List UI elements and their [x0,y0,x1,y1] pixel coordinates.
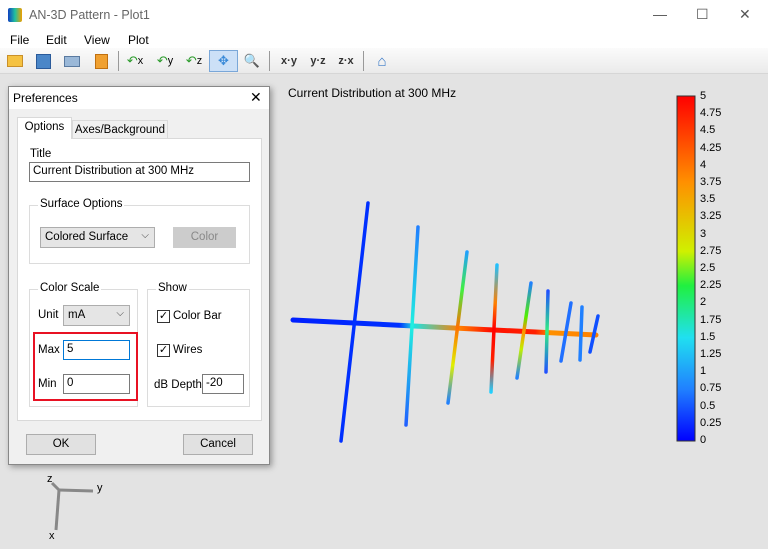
axis-z-label: z [47,473,53,485]
colorbar-tick-label: 3.5 [700,193,716,206]
unit-label: Unit [38,309,59,321]
dialog-close-button[interactable]: ✕ [250,89,262,106]
colorbar-tick-label: 3.25 [700,210,722,223]
boom-wire [290,317,599,338]
ok-button[interactable]: OK [26,434,96,455]
options-panel: Title Current Distribution at 300 MHz Su… [17,138,262,421]
db-depth-input[interactable]: -20 [202,374,244,394]
unit-select[interactable]: mA ⌵ [63,305,130,326]
tab-axes-background[interactable]: Axes/Background [72,120,168,138]
axis-x-label: x [49,530,55,542]
db-depth-label: dB Depth [154,379,202,391]
chevron-down-icon: ⌵ [116,308,124,319]
unit-select-value: mA [68,309,86,321]
color-bar-checkbox[interactable]: ✓ [157,310,170,323]
cancel-button[interactable]: Cancel [183,434,253,455]
min-input[interactable]: 0 [63,374,130,394]
colorbar-tick-label: 1.5 [700,330,716,343]
dialog-title-bar: Preferences ✕ [9,87,269,109]
min-label: Min [38,378,57,390]
colorbar-tick-label: 1 [700,365,707,378]
element-wire [544,289,550,374]
max-label: Max [38,344,60,356]
colorbar-tick-label: 0.75 [700,382,722,395]
color-button[interactable]: Color [173,227,236,248]
wires-label: Wires [173,344,203,356]
colorbar-tick-label: 0.25 [700,416,722,429]
colorbar-tick-label: 1.25 [700,348,722,360]
title-input[interactable]: Current Distribution at 300 MHz [29,162,250,182]
axis-triad [50,481,94,531]
colorbar-tick-label: 4.75 [700,107,722,120]
color-bar [676,95,696,442]
chevron-down-icon: ⌵ [141,230,149,241]
element-wire [578,305,584,362]
dialog-title: Preferences [13,91,78,105]
colorbar-tick-label: 4.25 [700,141,722,154]
color-scale-group: Color Scale Unit mA ⌵ Max 5 Min 0 [29,282,138,407]
wires-checkbox[interactable]: ✓ [157,344,170,357]
show-legend: Show [156,282,189,294]
axis-y-label: y [97,482,103,494]
colorbar-tick-label: 1.75 [700,313,722,326]
colorbar-tick-label: 4 [700,158,707,171]
max-input[interactable]: 5 [63,340,130,360]
colorbar-tick-label: 2 [700,296,707,309]
surface-select[interactable]: Colored Surface ⌵ [40,227,155,248]
surface-options-legend: Surface Options [38,198,125,210]
colorbar-tick-label: 0 [700,434,707,446]
surface-options-group: Surface Options Colored Surface ⌵ Color [29,198,250,264]
show-group: Show ✓ Color Bar ✓ Wires dB Depth -20 [147,282,250,407]
colorbar-tick-label: 5 [700,90,707,102]
colorbar-tick-label: 4.5 [700,124,716,137]
preferences-dialog: Preferences ✕ Title Current Distribution… [8,86,270,465]
colorbar-tick-label: 2.75 [700,244,722,257]
colorbar-tick-label: 3 [700,227,707,240]
colorbar-tick-label: 3.75 [700,176,722,188]
surface-select-value: Colored Surface [45,231,129,243]
title-label: Title [30,148,52,160]
color-scale-legend: Color Scale [38,282,102,294]
colorbar-tick-label: 0.5 [700,399,716,412]
tab-options[interactable]: Options [17,117,72,139]
color-bar-label: Color Bar [173,310,222,322]
colorbar-tick-label: 2.5 [700,262,716,274]
colorbar-tick-label: 2.25 [700,279,722,292]
